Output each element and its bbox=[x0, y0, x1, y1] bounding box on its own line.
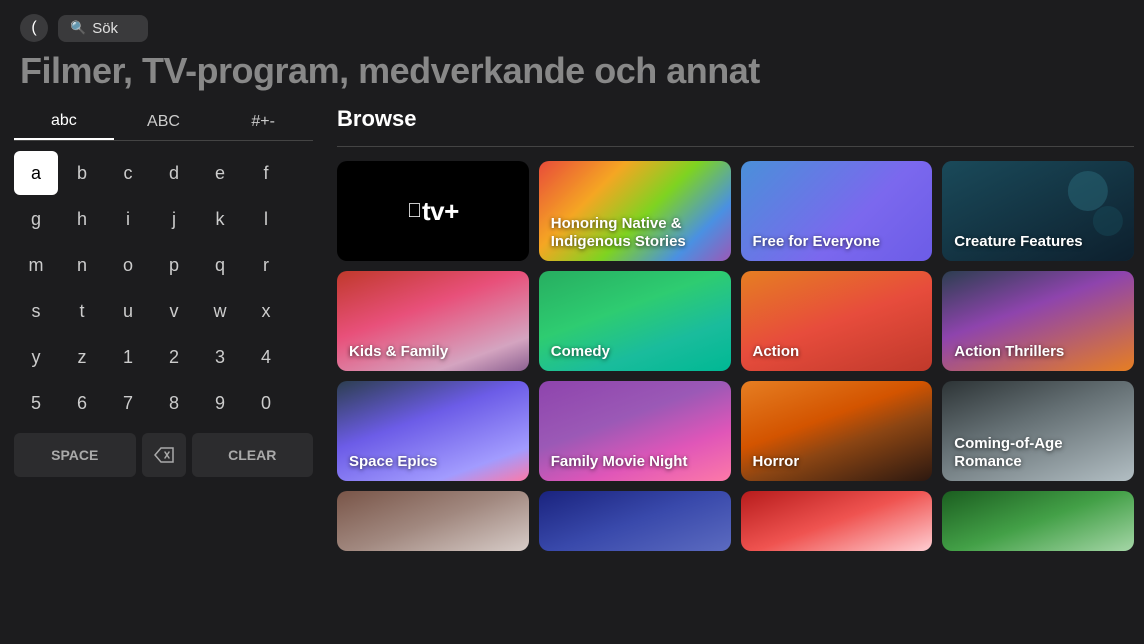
key-s[interactable]: s bbox=[14, 289, 58, 333]
key-k[interactable]: k bbox=[198, 197, 242, 241]
keyboard-row-2: g h i j k l bbox=[14, 197, 313, 241]
keyboard-row-1: a b c d e f bbox=[14, 151, 313, 195]
key-6[interactable]: 6 bbox=[60, 381, 104, 425]
key-y[interactable]: y bbox=[14, 335, 58, 379]
card-creature[interactable]: Creature Features bbox=[942, 161, 1134, 261]
keyboard-row-4: s t u v w x bbox=[14, 289, 313, 333]
card-family-movie-label: Family Movie Night bbox=[551, 453, 688, 471]
card-space-label: Space Epics bbox=[349, 453, 437, 471]
keyboard-row-6: 5 6 7 8 9 0 bbox=[14, 381, 313, 425]
key-p[interactable]: p bbox=[152, 243, 196, 287]
key-9[interactable]: 9 bbox=[198, 381, 242, 425]
key-x[interactable]: x bbox=[244, 289, 288, 333]
card-kids-label: Kids & Family bbox=[349, 343, 448, 361]
card-free-label: Free for Everyone bbox=[753, 233, 881, 251]
card-free[interactable]: Free for Everyone bbox=[741, 161, 933, 261]
keyboard-keys: a b c d e f g h i j k l m n o p q bbox=[14, 151, 313, 425]
search-bar[interactable]: 🔍 Sök bbox=[58, 15, 148, 42]
card-appletv[interactable]:  tv+ bbox=[337, 161, 529, 261]
keyboard-row-3: m n o p q r bbox=[14, 243, 313, 287]
back-icon: ( bbox=[31, 19, 36, 37]
header: ( 🔍 Sök bbox=[0, 0, 1144, 50]
key-7[interactable]: 7 bbox=[106, 381, 150, 425]
card-action-thrillers-label: Action Thrillers bbox=[954, 343, 1064, 361]
card-horror[interactable]: Horror bbox=[741, 381, 933, 481]
backspace-key[interactable] bbox=[142, 433, 186, 477]
key-4[interactable]: 4 bbox=[244, 335, 288, 379]
key-o[interactable]: o bbox=[106, 243, 150, 287]
search-icon: 🔍 bbox=[70, 20, 86, 36]
key-q[interactable]: q bbox=[198, 243, 242, 287]
card-bottom4[interactable] bbox=[942, 491, 1134, 551]
key-v[interactable]: v bbox=[152, 289, 196, 333]
key-z[interactable]: z bbox=[60, 335, 104, 379]
browse-grid:  tv+ Honoring Native & Indigenous Stori… bbox=[337, 161, 1134, 481]
key-8[interactable]: 8 bbox=[152, 381, 196, 425]
key-j[interactable]: j bbox=[152, 197, 196, 241]
key-1[interactable]: 1 bbox=[106, 335, 150, 379]
card-space[interactable]: Space Epics bbox=[337, 381, 529, 481]
key-m[interactable]: m bbox=[14, 243, 58, 287]
card-bottom2[interactable] bbox=[539, 491, 731, 551]
card-action[interactable]: Action bbox=[741, 271, 933, 371]
keyboard-row-5: y z 1 2 3 4 bbox=[14, 335, 313, 379]
key-3[interactable]: 3 bbox=[198, 335, 242, 379]
keyboard-panel: abc ABC #+- a b c d e f g h i j k l bbox=[14, 106, 319, 630]
key-a[interactable]: a bbox=[14, 151, 58, 195]
card-bottom3[interactable] bbox=[741, 491, 933, 551]
key-u[interactable]: u bbox=[106, 289, 150, 333]
card-bottom1[interactable] bbox=[337, 491, 529, 551]
key-2[interactable]: 2 bbox=[152, 335, 196, 379]
key-b[interactable]: b bbox=[60, 151, 104, 195]
key-n[interactable]: n bbox=[60, 243, 104, 287]
key-i[interactable]: i bbox=[106, 197, 150, 241]
keyboard-tabs: abc ABC #+- bbox=[14, 106, 313, 141]
key-l[interactable]: l bbox=[244, 197, 288, 241]
key-5[interactable]: 5 bbox=[14, 381, 58, 425]
key-f[interactable]: f bbox=[244, 151, 288, 195]
key-e[interactable]: e bbox=[198, 151, 242, 195]
card-horror-label: Horror bbox=[753, 453, 800, 471]
key-h[interactable]: h bbox=[60, 197, 104, 241]
search-label: Sök bbox=[92, 20, 118, 37]
page-title: Filmer, TV-program, medverkande och anna… bbox=[0, 50, 1144, 106]
card-coming-of-age[interactable]: Coming-of-Age Romance bbox=[942, 381, 1134, 481]
browse-grid-bottom bbox=[337, 491, 1134, 551]
card-honoring-label: Honoring Native & Indigenous Stories bbox=[551, 215, 731, 251]
card-comedy-label: Comedy bbox=[551, 343, 610, 361]
space-key[interactable]: SPACE bbox=[14, 433, 136, 477]
key-0[interactable]: 0 bbox=[244, 381, 288, 425]
tab-lowercase[interactable]: abc bbox=[14, 106, 114, 140]
key-t[interactable]: t bbox=[60, 289, 104, 333]
card-comedy[interactable]: Comedy bbox=[539, 271, 731, 371]
tab-symbols[interactable]: #+- bbox=[213, 106, 313, 140]
clear-key[interactable]: CLEAR bbox=[192, 433, 314, 477]
card-kids[interactable]: Kids & Family bbox=[337, 271, 529, 371]
keyboard-special-row: SPACE CLEAR bbox=[14, 433, 313, 477]
key-r[interactable]: r bbox=[244, 243, 288, 287]
key-c[interactable]: c bbox=[106, 151, 150, 195]
card-family-movie[interactable]: Family Movie Night bbox=[539, 381, 731, 481]
card-action-thrillers[interactable]: Action Thrillers bbox=[942, 271, 1134, 371]
main-layout: abc ABC #+- a b c d e f g h i j k l bbox=[0, 106, 1144, 630]
key-g[interactable]: g bbox=[14, 197, 58, 241]
card-action-label: Action bbox=[753, 343, 800, 361]
browse-panel: Browse  tv+ Honoring Native & Indigenou… bbox=[319, 106, 1134, 630]
browse-divider bbox=[337, 146, 1134, 147]
card-honoring[interactable]: Honoring Native & Indigenous Stories bbox=[539, 161, 731, 261]
back-button[interactable]: ( bbox=[20, 14, 48, 42]
appletv-logo:  tv+ bbox=[337, 161, 529, 261]
key-w[interactable]: w bbox=[198, 289, 242, 333]
tab-uppercase[interactable]: ABC bbox=[114, 106, 214, 140]
key-d[interactable]: d bbox=[152, 151, 196, 195]
browse-title: Browse bbox=[337, 106, 1134, 132]
card-creature-label: Creature Features bbox=[954, 233, 1082, 251]
card-coming-of-age-label: Coming-of-Age Romance bbox=[954, 435, 1134, 471]
